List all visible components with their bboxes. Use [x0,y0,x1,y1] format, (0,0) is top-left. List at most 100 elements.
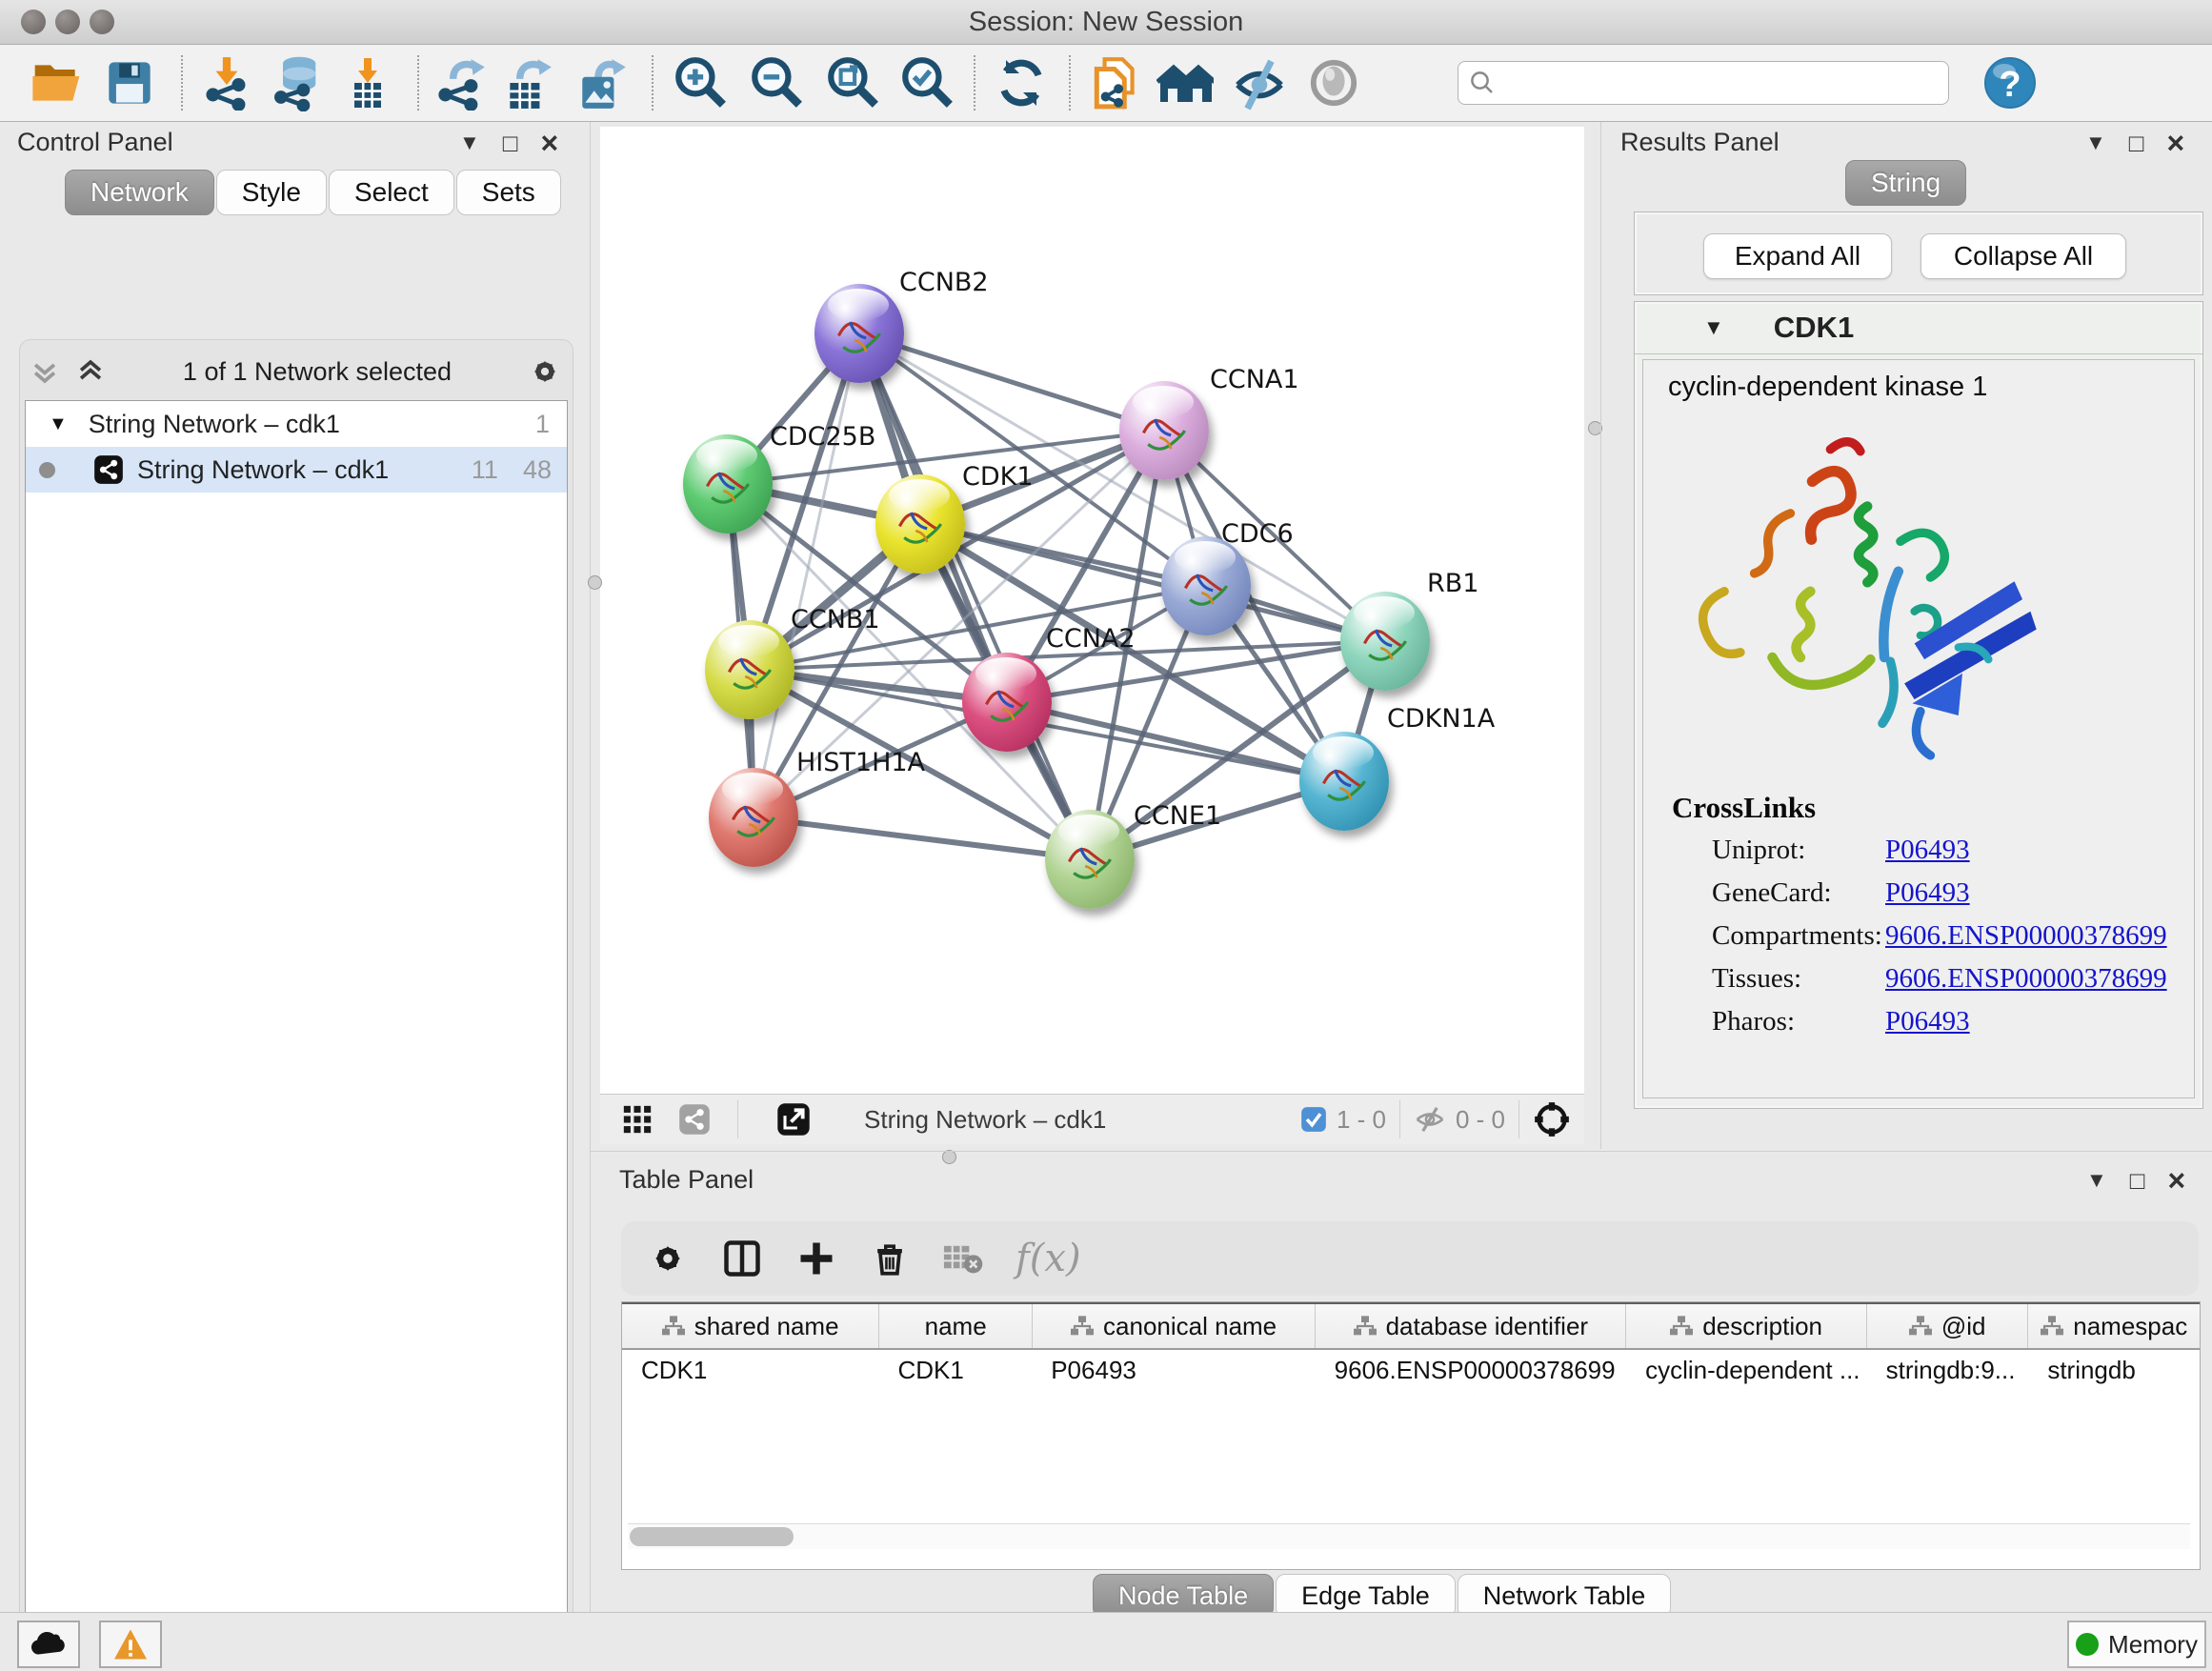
panel-menu-icon[interactable]: ▼ [2085,132,2106,153]
collapse-all-icon[interactable] [29,355,61,388]
zoom-in-button[interactable] [671,52,728,113]
memory-button[interactable]: Memory [2067,1621,2206,1668]
zoom-fit-button[interactable] [823,52,880,113]
panel-menu-icon[interactable]: ▼ [459,132,480,153]
network-node-CDC6[interactable] [1161,536,1251,635]
scrollbar-thumb[interactable] [630,1527,794,1546]
import-table-file-button[interactable] [339,52,396,113]
node-result-header[interactable]: ▼ CDK1 [1635,302,2202,354]
import-network-database-button[interactable] [269,52,326,113]
selected-checkbox-icon[interactable] [1300,1106,1327,1133]
left-splitter-handle[interactable] [588,575,602,590]
network-status-dot-icon [39,462,55,478]
crosslink-link[interactable]: P06493 [1885,877,1970,909]
tab-string[interactable]: String [1845,160,1966,206]
protein-structure-image [1662,420,2062,773]
column-header[interactable]: database identifier [1316,1304,1626,1348]
export-table-button[interactable] [499,52,556,113]
expand-all-icon[interactable] [74,355,107,388]
open-in-new-window-icon[interactable] [776,1102,811,1137]
show-all-button[interactable] [1305,52,1362,113]
network-node-CDKN1A[interactable] [1299,732,1389,831]
export-network-button[interactable] [432,52,490,113]
panel-close-icon[interactable]: × [2168,1165,2186,1196]
network-view-toolbar: String Network – cdk1 1 - 0 0 - 0 [600,1094,1584,1144]
export-image-button[interactable] [573,52,631,113]
network-node-CDK1[interactable] [875,474,965,574]
tab-style[interactable]: Style [216,170,327,215]
column-header[interactable]: namespac [2028,1304,2200,1348]
function-builder-icon: f(x) [1016,1237,1081,1280]
hidden-eye-icon[interactable] [1414,1105,1446,1134]
open-session-button[interactable] [29,52,86,113]
view-status-group: 1 - 0 0 - 0 [1300,1100,1584,1138]
grid-view-icon[interactable] [621,1103,654,1136]
first-neighbors-button[interactable] [1156,52,1214,113]
apply-layout-button[interactable] [993,52,1050,113]
column-header[interactable]: canonical name [1033,1304,1316,1348]
memory-label: Memory [2108,1630,2198,1660]
add-column-icon[interactable] [796,1238,836,1278]
network-edge[interactable] [754,817,1090,859]
network-edge[interactable] [859,333,1164,431]
search-input[interactable] [1497,68,1910,99]
network-node-CCNB1[interactable] [705,620,794,719]
expand-collapse-box: Expand All Collapse All [1634,211,2203,295]
help-button[interactable]: ? [1981,52,2039,113]
horizontal-scrollbar[interactable] [628,1523,2190,1549]
help-icon: ? [1983,56,2037,110]
crosslink-label: Uniprot: [1712,835,1805,866]
collapse-all-button[interactable]: Collapse All [1920,233,2126,279]
panel-float-icon[interactable]: □ [2129,131,2144,155]
birdseye-navigator-icon[interactable] [1533,1100,1571,1138]
column-header[interactable]: shared name [622,1304,879,1348]
tab-select[interactable]: Select [329,170,454,215]
import-network-file-button[interactable] [198,52,255,113]
column-header[interactable]: description [1626,1304,1866,1348]
network-edge[interactable] [859,333,1090,859]
delete-column-trash-icon[interactable] [871,1239,909,1278]
show-columns-icon[interactable] [722,1238,762,1278]
table-row[interactable]: CDK1 CDK1 P06493 9606.ENSP00000378699 cy… [622,1350,2200,1390]
network-collection-row[interactable]: ▼ String Network – cdk1 1 [26,401,567,447]
crosslink-link[interactable]: 9606.ENSP00000378699 [1885,920,2167,952]
save-session-button[interactable] [101,52,158,113]
hide-selected-button[interactable] [1231,52,1288,113]
node-gloss [889,479,950,512]
collapse-entry-icon[interactable]: ▼ [1703,315,1724,340]
network-node-RB1[interactable] [1340,592,1430,691]
column-header[interactable]: name [879,1304,1033,1348]
tree-expander-icon[interactable]: ▼ [49,413,68,435]
network-node-CCNB2[interactable] [814,284,904,383]
crosslink-link[interactable]: P06493 [1885,1006,1970,1037]
network-row[interactable]: String Network – cdk1 11 48 [26,447,567,493]
new-network-from-selection-button[interactable] [1088,52,1145,113]
network-node-HIST1H1A[interactable] [709,768,798,867]
gear-icon[interactable] [528,354,562,389]
crosslink-link[interactable]: P06493 [1885,835,1970,866]
crosslink-link[interactable]: 9606.ENSP00000378699 [1885,963,2167,995]
network-canvas[interactable]: CCNB2CCNA1CDC25BCDK1CDC6RB1CCNB1CCNA2CDK… [600,127,1584,1094]
panel-close-icon[interactable]: × [2167,128,2185,158]
tab-sets[interactable]: Sets [456,170,561,215]
network-node-CCNA2[interactable] [962,653,1052,752]
expand-all-button[interactable]: Expand All [1703,233,1892,279]
network-node-CCNA1[interactable] [1119,381,1209,480]
zoom-out-button[interactable] [747,52,804,113]
network-node-CCNE1[interactable] [1045,810,1135,909]
panel-float-icon[interactable]: □ [2130,1168,2145,1193]
column-header[interactable]: @id [1867,1304,2029,1348]
share-view-icon[interactable] [678,1103,711,1136]
network-node-CDC25B[interactable] [683,434,773,534]
network-edge[interactable] [920,524,1385,641]
zoom-selected-button[interactable] [897,52,955,113]
panel-float-icon[interactable]: □ [503,131,518,155]
houses-icon [1156,54,1214,111]
panel-close-icon[interactable]: × [541,128,559,158]
table-settings-gear-icon[interactable] [648,1238,688,1278]
network-edge[interactable] [1007,702,1344,781]
panel-menu-icon[interactable]: ▼ [2086,1170,2107,1191]
warnings-button[interactable] [99,1621,162,1668]
tab-network[interactable]: Network [65,170,214,215]
cloud-services-button[interactable] [17,1621,80,1668]
